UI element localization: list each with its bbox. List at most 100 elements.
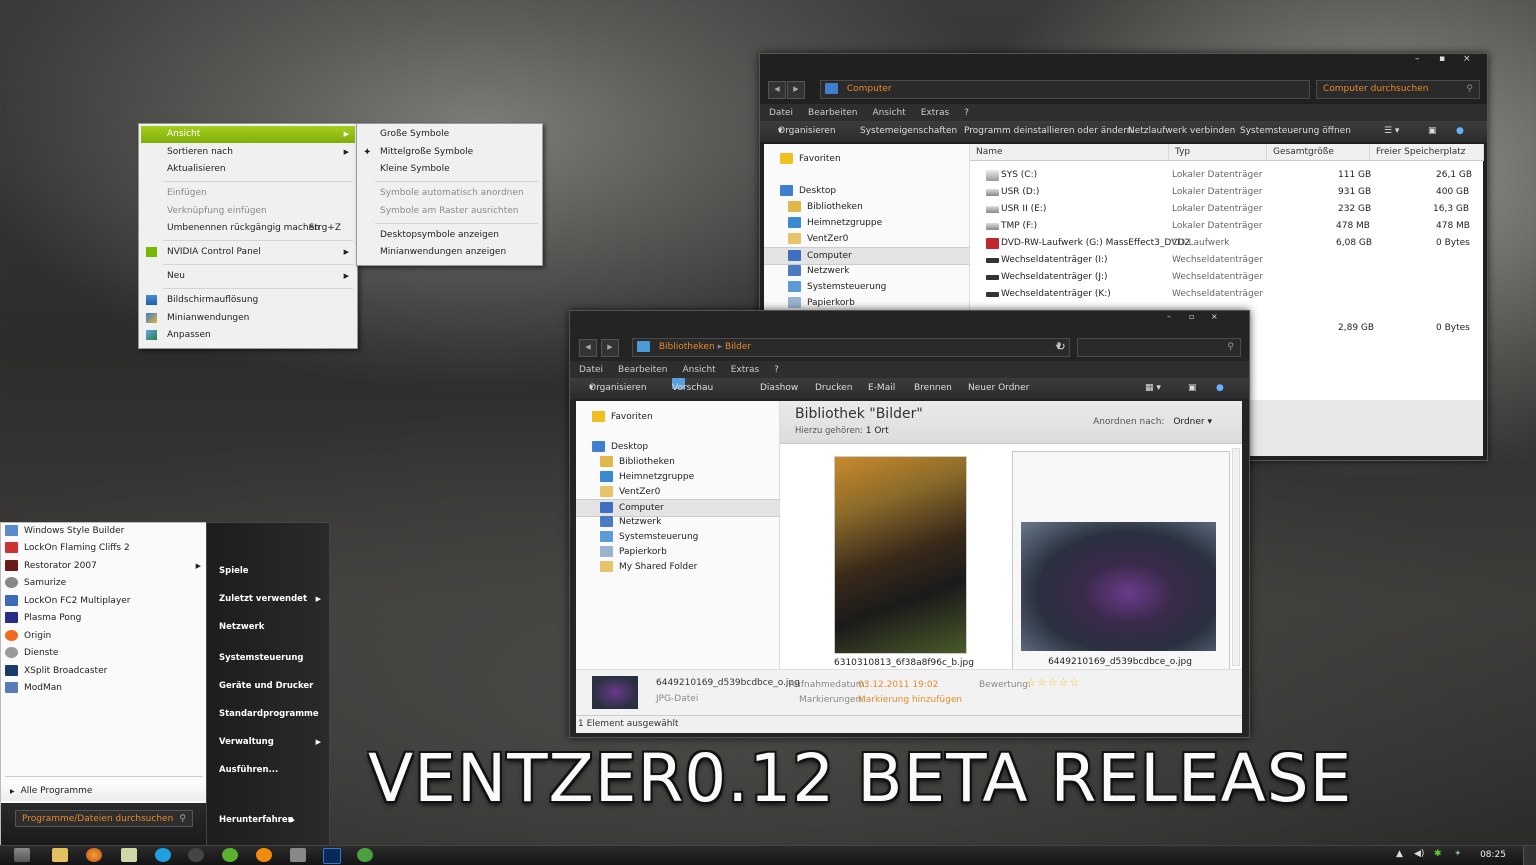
menu-item-umbenennen-rueckgaengig[interactable]: Umbenennen rückgängig machen Strg+Z: [141, 220, 355, 237]
scrollbar[interactable]: [1232, 448, 1240, 666]
minimize-icon[interactable]: –: [1415, 54, 1420, 64]
submenu-item-grosse-symbole[interactable]: Große Symbole: [359, 126, 540, 143]
network-tray-icon[interactable]: ✱: [1434, 849, 1442, 859]
nav-ventzer0[interactable]: VentZer0: [576, 484, 779, 500]
app-taskbar-icon[interactable]: [357, 848, 373, 862]
column-freier-speicherplatz[interactable]: Freier Speicherplatz: [1370, 144, 1484, 161]
minimize-icon[interactable]: –: [1167, 312, 1171, 321]
menu-bearbeiten[interactable]: Bearbeiten: [808, 108, 857, 118]
preview-pane-icon[interactable]: ▣: [1188, 378, 1197, 399]
start-item-standardprogramme[interactable]: Standardprogramme: [219, 704, 321, 724]
details-date-value[interactable]: 03.12.2011 19:02: [858, 680, 938, 690]
forward-button[interactable]: ▶: [787, 81, 805, 99]
start-item-verwaltung[interactable]: Verwaltung ▶: [219, 732, 321, 752]
start-item-zuletzt-verwendet[interactable]: Zuletzt verwendet ▶: [219, 589, 321, 609]
map-drive-button[interactable]: Netzlaufwerk verbinden: [1128, 121, 1235, 142]
table-row[interactable]: USR II (E:) Lokaler Datenträger 232 GB 16,3…: [970, 201, 1483, 218]
table-row[interactable]: Wechseldatenträger (K:) Wechseldatenträge…: [970, 286, 1483, 303]
star-icon[interactable]: ☆: [1070, 676, 1080, 689]
close-icon[interactable]: ×: [1211, 312, 1218, 321]
preview-pane-icon[interactable]: ▣: [1428, 121, 1437, 142]
nav-papierkorb[interactable]: Papierkorb: [764, 295, 969, 311]
menu-extras[interactable]: Extras: [731, 365, 759, 375]
menu-help[interactable]: ?: [964, 108, 969, 118]
nav-ventzer0[interactable]: VentZer0: [764, 231, 969, 247]
nav-heimnetzgruppe[interactable]: Heimnetzgruppe: [764, 215, 969, 231]
arrange-by-dropdown[interactable]: Ordner ▾: [1173, 417, 1212, 427]
table-row[interactable]: USR (D:) Lokaler Datenträger 931 GB 400 GB: [970, 184, 1483, 201]
printer-taskbar-icon[interactable]: [290, 848, 306, 862]
search-input[interactable]: Computer durchsuchen ⚲: [1316, 80, 1480, 99]
print-button[interactable]: Drucken: [815, 378, 852, 399]
menu-item-minianwendungen[interactable]: Minianwendungen: [141, 310, 355, 327]
menu-datei[interactable]: Datei: [579, 365, 603, 375]
selected-file-item[interactable]: 6449210169_d539bcdbce_o.jpg: [1012, 451, 1230, 671]
menu-datei[interactable]: Datei: [769, 108, 793, 118]
system-properties-button[interactable]: Systemeigenschaften: [860, 121, 957, 142]
program-xsplit[interactable]: XSplit Broadcaster: [5, 663, 107, 680]
nav-my-shared-folder[interactable]: My Shared Folder: [576, 559, 779, 575]
view-options-icon[interactable]: ▦ ▾: [1145, 378, 1161, 399]
submenu-item-desktopsymbole[interactable]: Desktopsymbole anzeigen: [359, 227, 540, 244]
table-row[interactable]: SYS (C:) Lokaler Datenträger 111 GB 26,1 GB: [970, 167, 1483, 184]
table-row[interactable]: DVD-RW-Laufwerk (G:) MassEffect3_DVD2 CD-…: [970, 235, 1483, 252]
nav-netzwerk[interactable]: Netzwerk: [576, 514, 779, 530]
back-button[interactable]: ◀: [579, 339, 597, 357]
nav-netzwerk[interactable]: Netzwerk: [764, 263, 969, 279]
program-windows-style-builder[interactable]: Windows Style Builder: [5, 523, 124, 540]
search-input[interactable]: ⚲: [1077, 338, 1241, 357]
maximize-icon[interactable]: ▫: [1189, 312, 1194, 321]
nav-heimnetzgruppe[interactable]: Heimnetzgruppe: [576, 469, 779, 485]
start-search-input[interactable]: Programme/Dateien durchsuchen ⚲: [15, 810, 193, 827]
security-tray-icon[interactable]: ✦: [1454, 849, 1462, 859]
start-item-ausfuehren[interactable]: Ausführen...: [219, 760, 321, 780]
view-options-icon[interactable]: ☰ ▾: [1384, 121, 1399, 142]
show-hidden-icons-icon[interactable]: ▲: [1396, 849, 1403, 859]
email-button[interactable]: E-Mail: [868, 378, 895, 399]
nav-favoriten[interactable]: Favoriten: [576, 409, 779, 425]
nav-desktop[interactable]: Desktop: [576, 439, 779, 455]
details-tags-value[interactable]: Markierung hinzufügen: [858, 695, 962, 705]
table-row[interactable]: TMP (F:) Lokaler Datenträger 478 MB 478 MB: [970, 218, 1483, 235]
notepad-taskbar-icon[interactable]: [121, 848, 137, 862]
steam-taskbar-icon[interactable]: [188, 848, 204, 862]
star-icon[interactable]: ☆: [1037, 676, 1047, 689]
skype-taskbar-icon[interactable]: [155, 848, 171, 862]
address-bar[interactable]: Computer: [820, 80, 1310, 99]
program-origin[interactable]: Origin: [5, 628, 51, 645]
refresh-button[interactable]: ↻: [1053, 339, 1069, 355]
explorer-taskbar-icon[interactable]: [52, 848, 68, 862]
nav-systemsteuerung[interactable]: Systemsteuerung: [764, 279, 969, 295]
menu-item-nvidia[interactable]: NVIDIA Control Panel ▶: [141, 244, 355, 261]
shutdown-button[interactable]: Herunterfahren ▶: [219, 810, 321, 830]
star-icon[interactable]: ☆: [1059, 676, 1069, 689]
start-item-systemsteuerung[interactable]: Systemsteuerung: [219, 648, 321, 668]
vlc-taskbar-icon[interactable]: [256, 848, 272, 862]
address-bar[interactable]: Bibliotheken ▸ Bilder ▼: [632, 338, 1070, 357]
table-row[interactable]: Wechseldatenträger (I:) Wechseldatenträge…: [970, 252, 1483, 269]
program-modman[interactable]: ModMan: [5, 680, 62, 697]
start-item-spiele[interactable]: Spiele: [219, 561, 321, 581]
help-icon[interactable]: ●: [1456, 121, 1464, 142]
program-samurize[interactable]: Samurize: [5, 575, 66, 592]
utorrent-taskbar-icon[interactable]: [222, 848, 238, 862]
program-lockon-fc2-multiplayer[interactable]: LockOn FC2 Multiplayer: [5, 593, 131, 610]
submenu-item-mittelgrosse-symbole[interactable]: ✦ Mittelgroße Symbole: [359, 144, 540, 161]
uninstall-button[interactable]: Programm deinstallieren oder ändern: [964, 121, 1132, 142]
column-name[interactable]: Name: [970, 144, 1169, 161]
show-desktop-button[interactable]: [1523, 846, 1536, 865]
nav-favoriten[interactable]: Favoriten: [764, 151, 969, 167]
nav-bibliotheken[interactable]: Bibliotheken: [764, 199, 969, 215]
maximize-icon[interactable]: ▪: [1439, 54, 1445, 64]
menu-ansicht[interactable]: Ansicht: [872, 108, 905, 118]
star-icon[interactable]: ☆: [1048, 676, 1058, 689]
nav-papierkorb[interactable]: Papierkorb: [576, 544, 779, 560]
close-icon[interactable]: ×: [1463, 54, 1471, 64]
help-icon[interactable]: ●: [1216, 378, 1224, 399]
program-lockon-flaming-cliffs[interactable]: LockOn Flaming Cliffs 2: [5, 540, 130, 557]
burn-button[interactable]: Brennen: [914, 378, 952, 399]
image-thumbnail[interactable]: [834, 456, 967, 654]
forward-button[interactable]: ▶: [601, 339, 619, 357]
table-row[interactable]: Wechseldatenträger (J:) Wechseldatenträge…: [970, 269, 1483, 286]
menu-item-sortieren[interactable]: Sortieren nach ▶: [141, 144, 355, 161]
